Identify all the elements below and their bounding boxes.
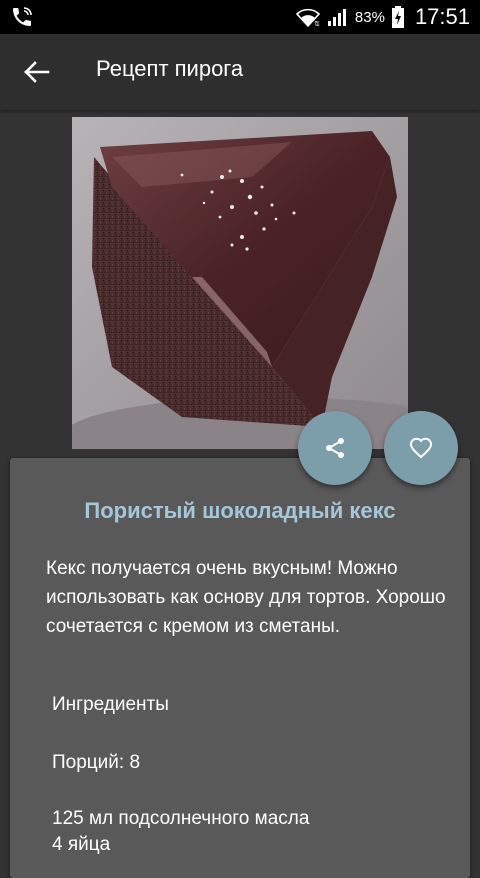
recipe-card: Пористый шоколадный кекс Кекс получается… bbox=[10, 458, 470, 878]
portions-count: Порций: 8 bbox=[52, 752, 141, 773]
ingredients-header: Ингредиенты bbox=[52, 694, 169, 715]
recipe-description: Кекс получается очень вкусным! Можно исп… bbox=[46, 558, 446, 637]
battery-percent: 83% bbox=[354, 8, 385, 26]
svg-text:⇅: ⇅ bbox=[314, 21, 320, 28]
signal-icon bbox=[327, 9, 346, 26]
clock: 17:51 bbox=[414, 4, 470, 29]
phone-call-icon bbox=[13, 7, 32, 26]
status-bar: ⇅ 83% 17:51 bbox=[0, 0, 480, 34]
page-title: Рецепт пирога bbox=[96, 56, 244, 81]
ingredient-item: 125 мл подсолнечного масла bbox=[52, 808, 310, 829]
status-icons: ⇅ 83% 17:51 bbox=[295, 0, 470, 34]
heart-outline-icon bbox=[409, 437, 433, 459]
wifi-icon: ⇅ bbox=[295, 8, 321, 28]
recipe-photo bbox=[72, 117, 408, 449]
battery-charging-icon bbox=[391, 6, 404, 28]
recipe-title: Пористый шоколадный кекс bbox=[84, 498, 396, 523]
share-icon bbox=[326, 438, 344, 458]
favorite-button[interactable] bbox=[384, 411, 458, 485]
share-button[interactable] bbox=[298, 411, 372, 485]
cake-image bbox=[72, 117, 408, 449]
app-bar: Рецепт пирога bbox=[0, 34, 480, 110]
arrow-back-icon[interactable] bbox=[22, 57, 52, 87]
